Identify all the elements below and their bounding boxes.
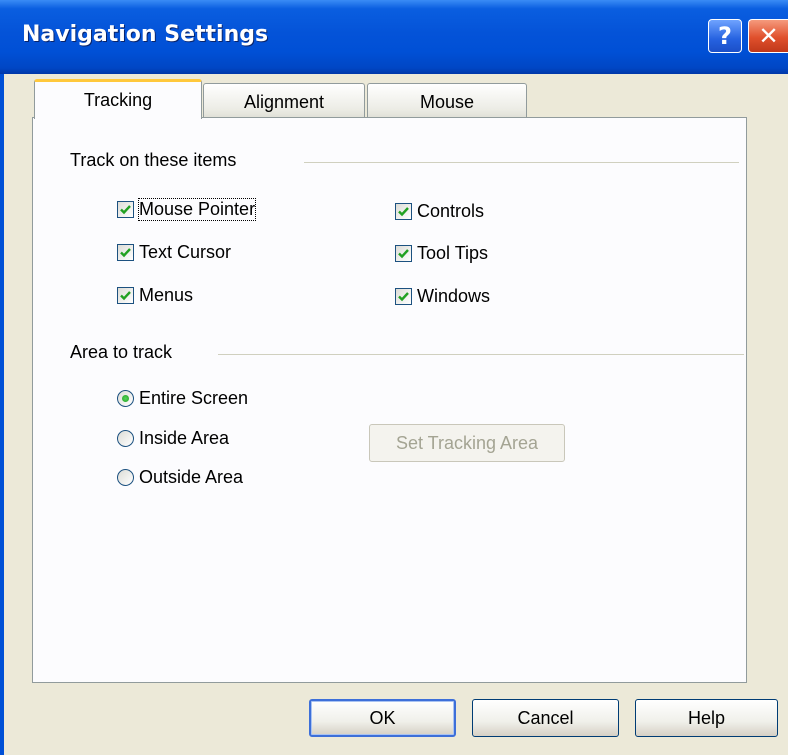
tab-mouse[interactable]: Mouse — [367, 83, 527, 120]
navigation-settings-dialog: Navigation Settings ? ✕ Tracking Alignme… — [0, 0, 788, 755]
track-group-label: Track on these items — [70, 150, 243, 171]
checkbox-checked-icon — [395, 288, 412, 305]
help-button[interactable]: Help — [635, 699, 778, 737]
tab-tracking[interactable]: Tracking — [34, 79, 202, 119]
windows-label: Windows — [417, 286, 491, 306]
window-title: Navigation Settings — [22, 22, 269, 47]
tab-alignment[interactable]: Alignment — [203, 83, 365, 120]
checkbox-checked-icon — [395, 245, 412, 262]
entire-screen-radio[interactable]: Entire Screen — [117, 388, 248, 409]
mouse-pointer-checkbox[interactable]: Mouse Pointer — [117, 198, 257, 221]
controls-label: Controls — [417, 201, 485, 221]
tool-tips-label: Tool Tips — [417, 243, 489, 263]
checkbox-checked-icon — [117, 287, 134, 304]
set-tracking-area-button[interactable]: Set Tracking Area — [369, 424, 565, 462]
help-icon[interactable]: ? — [708, 19, 742, 53]
cancel-button[interactable]: Cancel — [472, 699, 619, 737]
window-frame — [0, 74, 4, 755]
mouse-pointer-label: Mouse Pointer — [137, 198, 257, 221]
outside-area-radio[interactable]: Outside Area — [117, 467, 243, 488]
radio-selected-icon — [117, 390, 134, 407]
text-cursor-checkbox[interactable]: Text Cursor — [117, 242, 231, 263]
outside-area-label: Outside Area — [139, 467, 244, 487]
title-bar[interactable]: Navigation Settings ? ✕ — [0, 0, 788, 74]
windows-checkbox[interactable]: Windows — [395, 286, 490, 307]
checkbox-checked-icon — [117, 201, 134, 218]
inside-area-label: Inside Area — [139, 428, 230, 448]
track-group-divider — [304, 162, 739, 163]
text-cursor-label: Text Cursor — [139, 242, 232, 262]
tab-alignment-label: Alignment — [243, 91, 325, 112]
ok-button[interactable]: OK — [309, 699, 456, 737]
radio-dot-icon — [122, 395, 129, 402]
close-icon[interactable]: ✕ — [748, 19, 788, 53]
entire-screen-label: Entire Screen — [139, 388, 249, 408]
area-group-label: Area to track — [70, 342, 179, 363]
radio-unselected-icon — [117, 469, 134, 486]
radio-unselected-icon — [117, 430, 134, 447]
tool-tips-checkbox[interactable]: Tool Tips — [395, 243, 488, 264]
tab-mouse-label: Mouse — [419, 91, 475, 112]
tab-tracking-label: Tracking — [83, 90, 153, 110]
menus-label: Menus — [139, 285, 194, 305]
checkbox-checked-icon — [117, 244, 134, 261]
menus-checkbox[interactable]: Menus — [117, 285, 193, 306]
area-group-divider — [218, 354, 744, 355]
checkbox-checked-icon — [395, 203, 412, 220]
controls-checkbox[interactable]: Controls — [395, 201, 484, 222]
inside-area-radio[interactable]: Inside Area — [117, 428, 229, 449]
